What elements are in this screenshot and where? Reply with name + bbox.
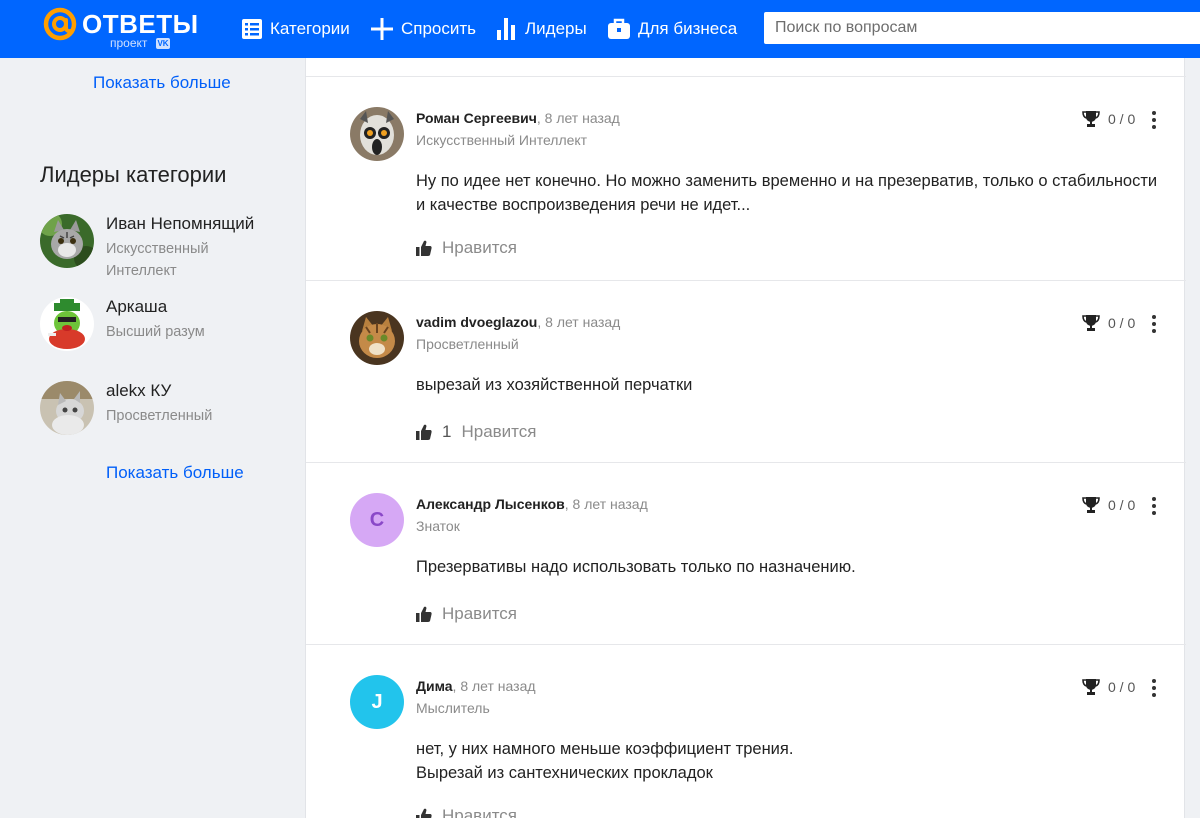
- thumbs-up-icon: [416, 808, 432, 818]
- lemur-photo-avatar[interactable]: [350, 107, 404, 161]
- like-label: Нравится: [442, 806, 518, 818]
- answer-score: 0 / 0: [1082, 111, 1135, 127]
- answer-author-line: Александр Лысенков, 8 лет назад: [416, 496, 648, 512]
- leader-name[interactable]: alekx КУ: [106, 381, 171, 401]
- author-rank: Просветленный: [416, 336, 519, 352]
- answer-score: 0 / 0: [1082, 497, 1135, 513]
- like-label: Нравится: [461, 422, 537, 441]
- thumbs-up-icon: [416, 240, 432, 256]
- answer-text: Презервативы надо использовать только по…: [416, 558, 856, 576]
- answer-text-line: Вырезай из сантехнических прокладок: [416, 764, 713, 782]
- author-rank: Искусственный Интеллект: [416, 132, 588, 148]
- author-rank: Знаток: [416, 518, 460, 534]
- like-button[interactable]: 1 Нравится: [416, 422, 536, 442]
- cartoon-avatar[interactable]: [40, 297, 94, 351]
- avatar-letter: J: [371, 690, 383, 713]
- nav-label: Категории: [270, 19, 350, 38]
- author-name[interactable]: Александр Лысенков: [416, 496, 565, 512]
- bar-chart-icon: [497, 18, 515, 40]
- answer-author-line: Дима, 8 лет назад: [416, 678, 536, 694]
- more-options-icon[interactable]: [1148, 315, 1160, 333]
- answer-item: Роман Сергеевич, 8 лет назад Искусственн…: [306, 77, 1186, 281]
- answer-item: C Александр Лысенков, 8 лет назад Знаток…: [306, 463, 1186, 645]
- avatar-letter: C: [369, 508, 385, 531]
- answer-time: , 8 лет назад: [452, 678, 536, 694]
- score-value: 0 / 0: [1108, 111, 1136, 127]
- logo-subtitle: проект: [110, 36, 148, 50]
- briefcase-icon: [608, 18, 630, 39]
- thumbs-up-icon: [416, 424, 432, 440]
- nav-label: Спросить: [401, 19, 477, 38]
- trophy-icon: [1082, 679, 1100, 695]
- search-input[interactable]: [764, 12, 1200, 44]
- answer-score: 0 / 0: [1082, 315, 1135, 331]
- leaders-title: Лидеры категории: [40, 162, 227, 187]
- nav-business[interactable]: Для бизнеса: [608, 16, 737, 42]
- leader-name[interactable]: Аркаша: [106, 297, 167, 317]
- show-more-leaders-link[interactable]: Показать больше: [106, 463, 244, 483]
- answer-item: J Дима, 8 лет назад Мыслитель нет, у них…: [306, 645, 1186, 818]
- answer-author-line: Роман Сергеевич, 8 лет назад: [416, 110, 620, 126]
- kitten-photo-avatar[interactable]: [40, 381, 94, 435]
- otvety-logo[interactable]: ОТВЕТЫ проект VK: [42, 6, 198, 54]
- trophy-icon: [1082, 111, 1100, 127]
- cat-photo-avatar[interactable]: [40, 214, 94, 268]
- author-name[interactable]: Дима: [416, 678, 453, 694]
- leader-name[interactable]: Иван Непомнящий: [106, 214, 254, 234]
- nav-categories[interactable]: Категории: [242, 16, 350, 42]
- letter-avatar[interactable]: J: [350, 675, 404, 729]
- top-header: ОТВЕТЫ проект VK Категории Спросить Лиде…: [0, 0, 1200, 58]
- nav-label: Лидеры: [525, 19, 587, 38]
- answer-time: , 8 лет назад: [537, 314, 621, 330]
- thumbs-up-icon: [416, 606, 432, 622]
- nav-ask[interactable]: Спросить: [371, 16, 476, 42]
- at-sign-logo-icon: [43, 7, 77, 41]
- answer-score: 0 / 0: [1082, 679, 1135, 695]
- more-options-icon[interactable]: [1148, 497, 1160, 515]
- score-value: 0 / 0: [1108, 315, 1136, 331]
- like-button[interactable]: Нравится: [416, 806, 517, 818]
- nav-label: Для бизнеса: [638, 19, 738, 38]
- vk-badge: VK: [156, 38, 170, 49]
- answer-text: нет, у них намного меньше коэффициент тр…: [416, 737, 1166, 785]
- answer-time: , 8 лет назад: [536, 110, 620, 126]
- answer-item: vadim dvoeglazou, 8 лет назад Просветлен…: [306, 281, 1186, 463]
- like-button[interactable]: Нравится: [416, 604, 517, 624]
- author-name[interactable]: Роман Сергеевич: [416, 110, 537, 126]
- cat-photo-avatar[interactable]: [350, 311, 404, 365]
- author-name[interactable]: vadim dvoeglazou: [416, 314, 537, 330]
- score-value: 0 / 0: [1108, 679, 1136, 695]
- like-count: 1: [442, 422, 452, 441]
- show-more-categories-link[interactable]: Показать больше: [93, 73, 231, 93]
- plus-icon: [371, 18, 393, 40]
- leader-rank: Искусственный Интеллект: [106, 241, 209, 279]
- leader-rank: Просветленный: [106, 408, 213, 424]
- answer-text: Ну по идее нет конечно. Но можно заменит…: [416, 172, 1158, 214]
- more-options-icon[interactable]: [1148, 111, 1160, 129]
- nav-leaders[interactable]: Лидеры: [497, 16, 587, 42]
- like-button[interactable]: Нравится: [416, 238, 517, 258]
- answer-time: , 8 лет назад: [564, 496, 648, 512]
- answer-text-line: нет, у них намного меньше коэффициент тр…: [416, 740, 794, 758]
- answers-panel: Роман Сергеевич, 8 лет назад Искусственн…: [305, 58, 1186, 818]
- leader-rank: Высший разум: [106, 324, 205, 340]
- list-icon: [242, 19, 262, 39]
- trophy-icon: [1082, 497, 1100, 513]
- trophy-icon: [1082, 315, 1100, 331]
- like-label: Нравится: [442, 238, 518, 257]
- letter-avatar[interactable]: C: [350, 493, 404, 547]
- score-value: 0 / 0: [1108, 497, 1136, 513]
- more-options-icon[interactable]: [1148, 679, 1160, 697]
- like-label: Нравится: [442, 604, 518, 623]
- answer-author-line: vadim dvoeglazou, 8 лет назад: [416, 314, 620, 330]
- author-rank: Мыслитель: [416, 700, 490, 716]
- answer-text: вырезай из хозяйственной перчатки: [416, 376, 693, 394]
